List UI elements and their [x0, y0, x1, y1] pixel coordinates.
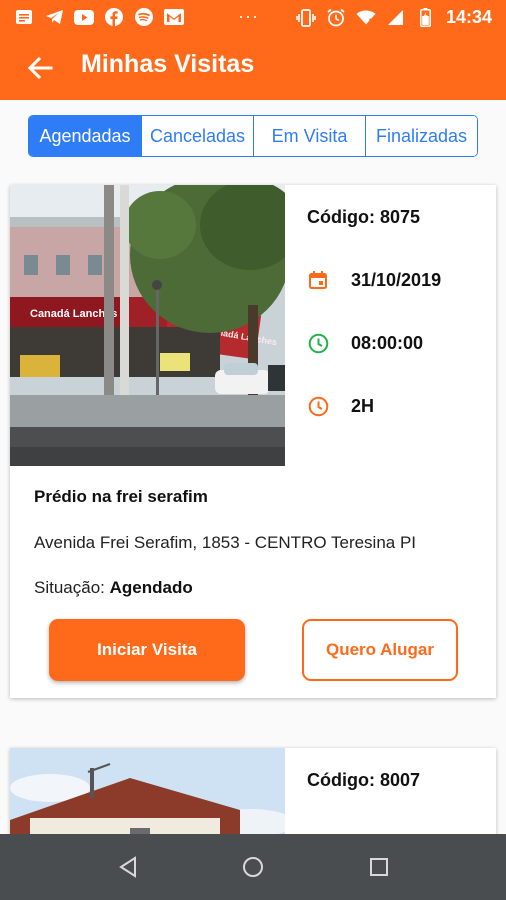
status-time: 14:34: [445, 7, 492, 27]
property-photo: Canadá Lanches Canadá Lanches: [10, 185, 285, 466]
page-title: Minhas Visitas: [81, 50, 255, 78]
arrow-left-icon: [27, 57, 53, 79]
visit-card: Canadá Lanches Canadá Lanches Código: 80…: [10, 185, 496, 698]
back-button[interactable]: [20, 48, 60, 88]
alarm-icon: [326, 8, 346, 27]
wifi-icon: [356, 9, 376, 27]
visit-code: Código: 8075: [307, 207, 421, 227]
nav-back-button[interactable]: [113, 852, 143, 882]
nav-home-icon: [243, 857, 263, 877]
clock-icon: [307, 332, 329, 354]
status-label: Situação:: [34, 578, 105, 597]
telegram-icon: [44, 8, 64, 26]
want-to-rent-button[interactable]: Quero Alugar: [302, 619, 458, 681]
visit-status: Situação: Agendado: [34, 578, 193, 598]
nav-back-icon: [119, 856, 136, 878]
visit-date-row: 31/10/2019: [307, 269, 441, 291]
visit-duration-row: 2H: [307, 395, 374, 417]
app-bar: Minhas Visitas: [0, 36, 506, 100]
status-value: Agendado: [109, 578, 193, 597]
visit-time-row: 08:00:00: [307, 332, 423, 354]
tab-em-visita[interactable]: Em Visita: [254, 116, 366, 156]
notification-icons: [14, 8, 184, 26]
gmail-icon: [164, 8, 184, 26]
visit-status-tabs: Agendadas Canceladas Em Visita Finalizad…: [28, 115, 478, 157]
signal-icon: [386, 9, 406, 27]
nav-recents-icon: [370, 858, 388, 876]
more-notifications-indicator: ···: [238, 6, 259, 26]
message-icon: [14, 8, 34, 26]
calendar-icon: [307, 269, 329, 291]
system-icons: 14:34: [296, 7, 492, 28]
visit-time: 08:00:00: [351, 332, 424, 353]
status-bar: ··· 14:34: [0, 0, 506, 36]
property-name: Prédio na frei serafim: [34, 487, 208, 506]
facebook-icon: [104, 8, 124, 26]
visit-code: Código: 8007: [307, 770, 421, 790]
property-address: Avenida Frei Serafim, 1853 - CENTRO Tere…: [34, 533, 417, 552]
youtube-icon: [74, 8, 94, 26]
duration-icon: [307, 395, 329, 417]
visit-duration: 2H: [351, 395, 375, 416]
top-bar: ··· 14:34 Minhas Visitas: [0, 0, 506, 100]
visit-date: 31/10/2019: [351, 269, 442, 290]
vibrate-icon: [296, 8, 316, 27]
tab-finalizadas[interactable]: Finalizadas: [366, 116, 477, 156]
property-photo: [10, 748, 285, 848]
tab-agendadas[interactable]: Agendadas: [29, 116, 142, 156]
nav-recents-button[interactable]: [364, 852, 394, 882]
spotify-icon: [134, 8, 154, 26]
nav-home-button[interactable]: [238, 852, 268, 882]
screen: ··· 14:34 Minhas Visitas Agendadas Cance…: [0, 0, 506, 900]
tab-canceladas[interactable]: Canceladas: [142, 116, 254, 156]
system-nav-bar: [0, 834, 506, 900]
battery-icon: [416, 8, 436, 27]
start-visit-button[interactable]: Iniciar Visita: [49, 619, 245, 681]
